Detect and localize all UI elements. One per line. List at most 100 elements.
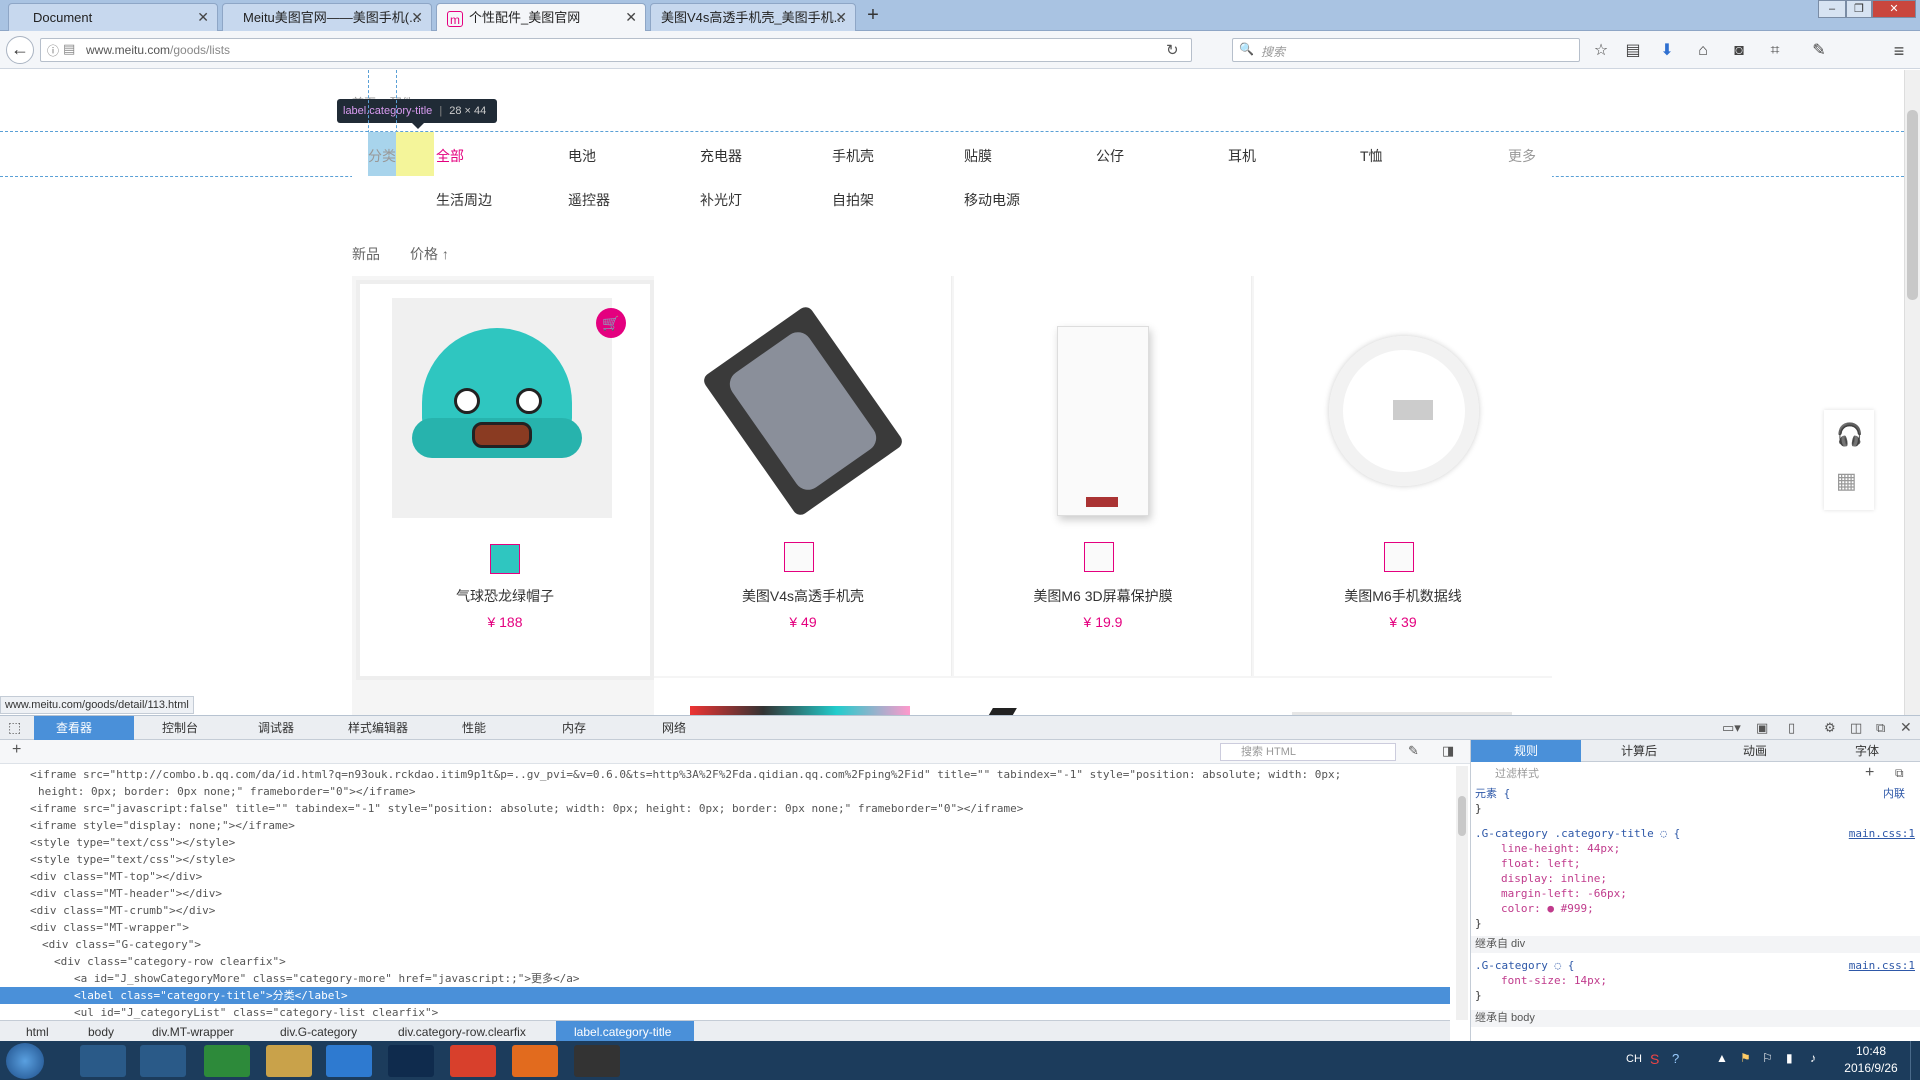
extension-icon[interactable]: ✎ [1808,41,1830,61]
url-bar[interactable]: ⓘ ▤ www.meitu.com/goods/lists ↻ [40,38,1192,62]
tab-document[interactable]: Document ✕ [8,3,218,31]
bookmark-star-icon[interactable]: ☆ [1590,41,1612,61]
css-prop[interactable]: display: inline; [1475,871,1915,886]
code-line[interactable]: <iframe src="javascript:false" title="" … [0,800,1450,817]
code-line[interactable]: <ul id="J_categoryList" class="category-… [0,1004,1450,1020]
markup-scrollbar[interactable] [1456,766,1468,1020]
app-icon[interactable] [204,1045,250,1077]
ime-indicator[interactable]: CH [1626,1053,1642,1065]
breadcrumb-item[interactable]: body [88,1021,114,1043]
sort-new[interactable]: 新品 [352,244,380,264]
product-card[interactable]: 美图M6 3D屏幕保护膜 ¥ 19.9 [954,276,1252,676]
category-item[interactable]: 生活周边 [436,190,492,210]
firefox-icon[interactable] [512,1045,558,1077]
tab-style-editor[interactable]: 样式编辑器 [326,716,436,740]
breadcrumb-item[interactable]: html [26,1021,49,1043]
close-icon[interactable]: ✕ [835,4,847,31]
filter-styles-input[interactable]: 过滤样式 [1479,766,1847,782]
sidebar-toggle-icon[interactable]: ◨ [1442,743,1454,759]
code-line[interactable]: <iframe style="display: none;"></iframe> [0,817,1450,834]
clock-time[interactable]: 10:48 [1836,1044,1906,1058]
reading-list-icon[interactable]: ▤ [1622,41,1644,61]
category-item[interactable]: 充电器 [700,146,742,166]
eyedropper-icon[interactable]: ✎ [1408,743,1419,759]
product-card[interactable]: 美图M6手机数据线 ¥ 39 [1254,276,1552,676]
tab-console[interactable]: 控制台 [140,716,230,740]
chrome-icon[interactable] [450,1045,496,1077]
tab-memory[interactable]: 内存 [540,716,610,740]
tab-debugger[interactable]: 调试器 [236,716,326,740]
help-icon[interactable]: ? [1672,1051,1679,1066]
menu-icon[interactable]: ≡ [1888,41,1910,61]
close-devtools-icon[interactable]: ✕ [1900,719,1912,736]
add-rule-icon[interactable]: + [1865,764,1874,782]
product-thumb[interactable] [1084,542,1114,572]
category-item[interactable]: 移动电源 [964,190,1020,210]
tab-inspector[interactable]: 查看器 [34,716,134,740]
photoshop-icon[interactable] [388,1045,434,1077]
code-line[interactable]: <style type="text/css"></style> [0,851,1450,868]
product-thumb[interactable] [490,544,520,574]
rule-selector[interactable]: .G-category .category-title ◌ {main.css:… [1475,826,1915,841]
close-icon[interactable]: ✕ [411,4,423,31]
settings-icon[interactable]: ⚙ [1824,720,1836,736]
product-name[interactable]: 气球恐龙绿帽子 [356,586,654,606]
category-item[interactable]: 手机壳 [832,146,874,166]
product-name[interactable]: 美图M6 3D屏幕保护膜 [954,586,1252,606]
minimize-button[interactable]: – [1818,0,1846,18]
layout-icon[interactable]: ▭▾ [1722,720,1741,736]
category-item[interactable]: 公仔 [1096,146,1124,166]
css-prop[interactable]: float: left; [1475,856,1915,871]
code-line[interactable]: <div class="G-category"> [0,936,1450,953]
tab-performance[interactable]: 性能 [440,716,510,740]
tab-computed[interactable]: 计算后 [1581,740,1697,762]
pocket-icon[interactable]: ◙ [1728,41,1750,61]
sublime-icon[interactable] [574,1045,620,1077]
element-picker-icon[interactable]: ⬚ [8,719,21,736]
qq-icon[interactable] [326,1045,372,1077]
category-more-link[interactable]: 更多 [1508,146,1536,166]
css-prop[interactable]: font-size: 14px; [1475,973,1915,988]
breadcrumb-item[interactable]: div.G-category [280,1021,357,1043]
scrollbar-thumb[interactable] [1907,110,1918,300]
code-line[interactable]: <div class="MT-wrapper"> [0,919,1450,936]
home-icon[interactable]: ⌂ [1692,41,1714,61]
dock-icon[interactable]: ◫ [1850,720,1862,736]
volume-icon[interactable]: ♪ [1810,1051,1816,1065]
show-desktop-button[interactable] [1910,1041,1920,1080]
undock-icon[interactable]: ⧉ [1876,720,1885,736]
code-line[interactable]: height: 0px; border: 0px none;" framebor… [0,783,1450,800]
code-line[interactable]: <div class="MT-top"></div> [0,868,1450,885]
code-line-selected[interactable]: <label class="category-title">分类</label> [0,987,1450,1004]
product-card[interactable]: 美图V4s高透手机壳 ¥ 49 [654,276,952,676]
start-button[interactable] [6,1043,44,1079]
tray-icon[interactable]: ⚑ [1740,1051,1751,1065]
add-node-icon[interactable]: + [12,741,21,759]
category-item[interactable]: T恤 [1360,146,1383,166]
crop-icon[interactable]: ⌗ [1764,41,1786,61]
category-item[interactable]: 贴膜 [964,146,992,166]
code-line[interactable]: <div class="category-row clearfix"> [0,953,1450,970]
category-item[interactable]: 电池 [568,146,596,166]
category-item[interactable]: 遥控器 [568,190,610,210]
css-prop[interactable]: line-height: 44px; [1475,841,1915,856]
product-name[interactable]: 美图M6手机数据线 [1254,586,1552,606]
network-icon[interactable]: ▮ [1786,1051,1793,1065]
screenshot-icon[interactable]: ▯ [1788,720,1795,736]
flag-icon[interactable]: ⚐ [1762,1051,1773,1065]
tab-fonts[interactable]: 字体 [1813,740,1920,762]
code-line[interactable]: <div class="MT-crumb"></div> [0,902,1450,919]
edge-icon[interactable] [140,1045,186,1077]
tab-animations[interactable]: 动画 [1697,740,1813,762]
sort-price[interactable]: 价格 ↑ [410,244,449,264]
breadcrumb-item[interactable]: div.MT-wrapper [152,1021,234,1043]
window-close-button[interactable]: ✕ [1872,0,1916,18]
cart-icon[interactable]: 🛒 [596,308,626,338]
sogou-icon[interactable]: S [1650,1051,1659,1067]
pseudo-class-icon[interactable]: ⧉ [1895,766,1904,781]
reload-icon[interactable]: ↻ [1166,41,1179,59]
category-item[interactable]: 自拍架 [832,190,874,210]
code-line[interactable]: <div class="MT-header"></div> [0,885,1450,902]
maximize-button[interactable]: ❐ [1846,0,1872,18]
breadcrumb-item-selected[interactable]: label.category-title [556,1021,694,1043]
